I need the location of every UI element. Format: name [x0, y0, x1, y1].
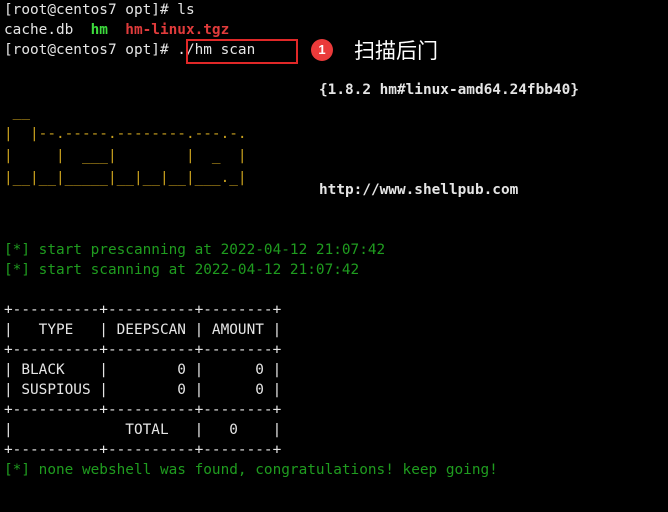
file-hm: hm: [90, 22, 108, 38]
log-scanning: [*] start scanning at 2022-04-12 21:07:4…: [4, 262, 360, 278]
log-prescanning: [*] start prescanning at 2022-04-12 21:0…: [4, 242, 386, 258]
table-header-row: | TYPE | DEEPSCAN | AMOUNT |: [4, 322, 282, 338]
step-number-badge: 1: [311, 39, 333, 61]
command-highlight-box: [186, 39, 298, 64]
final-message: [*] none webshell was found, congratulat…: [4, 462, 498, 478]
hm-ascii-logo: __ | |--.-----.--------.---.-. | | ___| …: [4, 104, 247, 186]
file-cache-db: cache.db: [4, 22, 74, 38]
table-border-top: +----------+----------+--------+: [4, 302, 282, 318]
table-border-mid-2: +----------+----------+--------+: [4, 402, 282, 418]
version-string: {1.8.2 hm#linux-amd64.24fbb40}: [319, 82, 579, 98]
url-text: http://www.shellpub.com: [319, 182, 519, 198]
shell-prompt: [root@centos7 opt]#: [4, 42, 178, 58]
table-row-suspious: | SUSPIOUS | 0 | 0 |: [4, 382, 282, 398]
table-row-total: | TOTAL | 0 |: [4, 422, 282, 438]
file-hm-linux-tgz: hm-linux.tgz: [125, 22, 230, 38]
ls-output-line: cache.db hm hm-linux.tgz: [4, 20, 229, 40]
shell-prompt: [root@centos7 opt]#: [4, 2, 178, 18]
terminal-window[interactable]: [root@centos7 opt]# ls cache.db hm hm-li…: [4, 0, 668, 512]
command-ls: ls: [177, 2, 195, 18]
terminal-line-1: [root@centos7 opt]# ls: [4, 0, 195, 20]
table-border-bottom: +----------+----------+--------+: [4, 442, 282, 458]
annotation-label: 扫描后门: [354, 39, 438, 63]
table-row-black: | BLACK | 0 | 0 |: [4, 362, 282, 378]
table-border-mid: +----------+----------+--------+: [4, 342, 282, 358]
